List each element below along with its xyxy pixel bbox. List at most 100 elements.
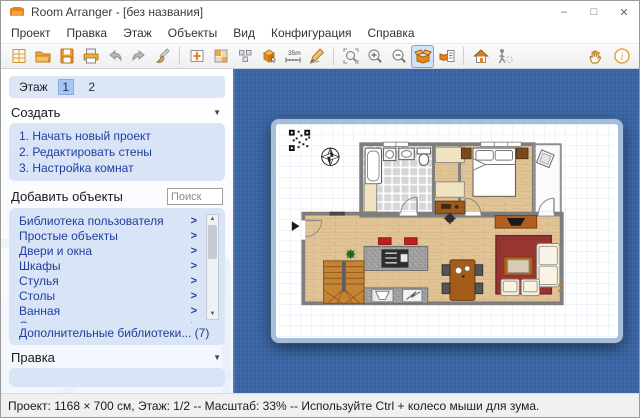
format-brush-button[interactable] <box>151 45 174 68</box>
scrollbar-thumb[interactable] <box>208 225 217 259</box>
pan-hand-button[interactable] <box>583 45 606 68</box>
menu-edit[interactable]: Правка <box>59 24 116 42</box>
maximize-button[interactable]: □ <box>579 1 609 23</box>
edit-section-title: Правка <box>11 350 55 365</box>
menu-floor[interactable]: Этаж <box>115 24 160 42</box>
plan-canvas-area[interactable] <box>233 69 639 393</box>
plant[interactable] <box>346 249 356 259</box>
category-tables[interactable]: Столы > <box>19 288 219 303</box>
create-section-header: Создать ▼ <box>1 100 233 122</box>
coffee-table[interactable] <box>504 257 533 275</box>
undo-button[interactable] <box>103 45 126 68</box>
zoom-in-button[interactable] <box>363 45 386 68</box>
edit-walls-button[interactable] <box>185 45 208 68</box>
minimize-button[interactable]: – <box>549 1 579 23</box>
category-wardrobes[interactable]: Шкафы > <box>19 258 219 273</box>
collapse-icon[interactable]: ▼ <box>213 108 221 117</box>
window-title: Room Arranger - [без названия] <box>31 5 203 19</box>
dining-chair[interactable] <box>475 265 483 276</box>
categories-scrollbar[interactable]: ▲ ▼ <box>206 214 219 320</box>
walkthrough-button[interactable] <box>493 45 516 68</box>
object-list-button[interactable] <box>435 45 458 68</box>
bar-stool[interactable] <box>379 238 392 245</box>
close-button[interactable]: ✕ <box>609 1 639 23</box>
armchair[interactable] <box>521 279 539 295</box>
zoom-out-button[interactable] <box>387 45 410 68</box>
tiling-button[interactable] <box>209 45 232 68</box>
menu-view[interactable]: Вид <box>225 24 263 42</box>
wardrobe-top[interactable] <box>435 147 464 162</box>
link-room-setup[interactable]: 3. Настройка комнат <box>19 160 215 176</box>
wardrobe-bottom[interactable] <box>435 182 464 197</box>
bathtub[interactable] <box>365 148 381 184</box>
desk[interactable] <box>435 201 464 214</box>
add-objects-title: Добавить объекты <box>11 189 123 204</box>
add-objects-header: Добавить объекты <box>1 182 233 208</box>
insert-3d-object-button[interactable] <box>257 45 280 68</box>
menu-configuration[interactable]: Конфигурация <box>263 24 360 42</box>
chevron-right-icon: > <box>191 305 197 317</box>
link-additional-libraries[interactable]: Дополнительные библиотеки... (7) <box>19 323 219 341</box>
measure-button[interactable]: 35m <box>281 45 304 68</box>
select-objects-button[interactable] <box>233 45 256 68</box>
create-panel: 1. Начать новый проект 2. Редактировать … <box>9 123 225 181</box>
category-bathroom[interactable]: Ванная > <box>19 303 219 318</box>
scroll-up-icon[interactable]: ▲ <box>210 215 216 224</box>
app-icon <box>9 5 25 19</box>
staircase[interactable] <box>324 261 364 303</box>
info-button[interactable]: i <box>610 45 633 68</box>
floor-plan-board[interactable] <box>271 119 623 343</box>
nightstand-right[interactable] <box>516 148 528 159</box>
dining-chair[interactable] <box>475 283 483 294</box>
print-button[interactable] <box>79 45 102 68</box>
kitchen-counter[interactable] <box>364 288 428 303</box>
toolbar-separator <box>333 47 334 65</box>
view-3d-button[interactable] <box>469 45 492 68</box>
objects-panel-button[interactable] <box>411 45 434 68</box>
status-bar: Проект: 1168 × 700 см, Этаж: 1/2 -- Масш… <box>1 393 639 417</box>
sink[interactable] <box>399 148 414 160</box>
chevron-right-icon: > <box>191 230 197 242</box>
redo-button[interactable] <box>127 45 150 68</box>
armchair[interactable] <box>501 279 519 295</box>
app-window: Room Arranger - [без названия] – □ ✕ Про… <box>0 0 640 418</box>
category-user-library[interactable]: Библиотека пользователя > <box>19 213 219 228</box>
menu-help[interactable]: Справка <box>360 24 423 42</box>
category-simple-objects[interactable]: Простые объекты > <box>19 228 219 243</box>
dining-chair[interactable] <box>442 283 450 294</box>
dining-chair[interactable] <box>442 265 450 276</box>
chevron-right-icon: > <box>191 290 197 302</box>
floor-plan-canvas[interactable] <box>276 124 618 338</box>
edit-section-header: Правка ▼ <box>1 345 233 367</box>
menu-project[interactable]: Проект <box>3 24 59 42</box>
collapse-icon[interactable]: ▼ <box>213 353 221 362</box>
door-handle-dot <box>558 289 561 292</box>
open-project-button[interactable] <box>31 45 54 68</box>
link-edit-walls[interactable]: 2. Редактировать стены <box>19 144 215 160</box>
zoom-to-region-button[interactable] <box>339 45 362 68</box>
draw-pen-button[interactable] <box>305 45 328 68</box>
toolbar-separator <box>179 47 180 65</box>
washing-machine[interactable] <box>383 148 396 161</box>
sidebar: Этаж 1 2 Создать ▼ 1. Начать новый проек… <box>1 69 233 393</box>
chevron-right-icon: > <box>191 320 197 324</box>
floor-tab-2[interactable]: 2 <box>84 79 100 95</box>
category-chairs[interactable]: Стулья > <box>19 273 219 288</box>
bathroom-cabinet[interactable] <box>364 184 377 212</box>
new-project-button[interactable] <box>7 45 30 68</box>
floor-tab-1[interactable]: 1 <box>58 79 74 95</box>
double-bed[interactable] <box>473 148 515 196</box>
menu-objects[interactable]: Объекты <box>160 24 226 42</box>
category-doors-windows[interactable]: Двери и окна > <box>19 243 219 258</box>
bar-stool[interactable] <box>405 238 418 245</box>
nightstand-left[interactable] <box>461 148 471 159</box>
kitchen-island[interactable] <box>364 246 428 270</box>
link-start-new-project[interactable]: 1. Начать новый проект <box>19 128 215 144</box>
edit-panel <box>9 368 225 387</box>
search-input[interactable] <box>167 188 223 205</box>
scroll-down-icon[interactable]: ▼ <box>210 310 216 319</box>
dining-table[interactable] <box>450 260 475 300</box>
tv-cabinet[interactable] <box>495 216 536 229</box>
sofa[interactable] <box>537 244 560 287</box>
save-project-button[interactable] <box>55 45 78 68</box>
